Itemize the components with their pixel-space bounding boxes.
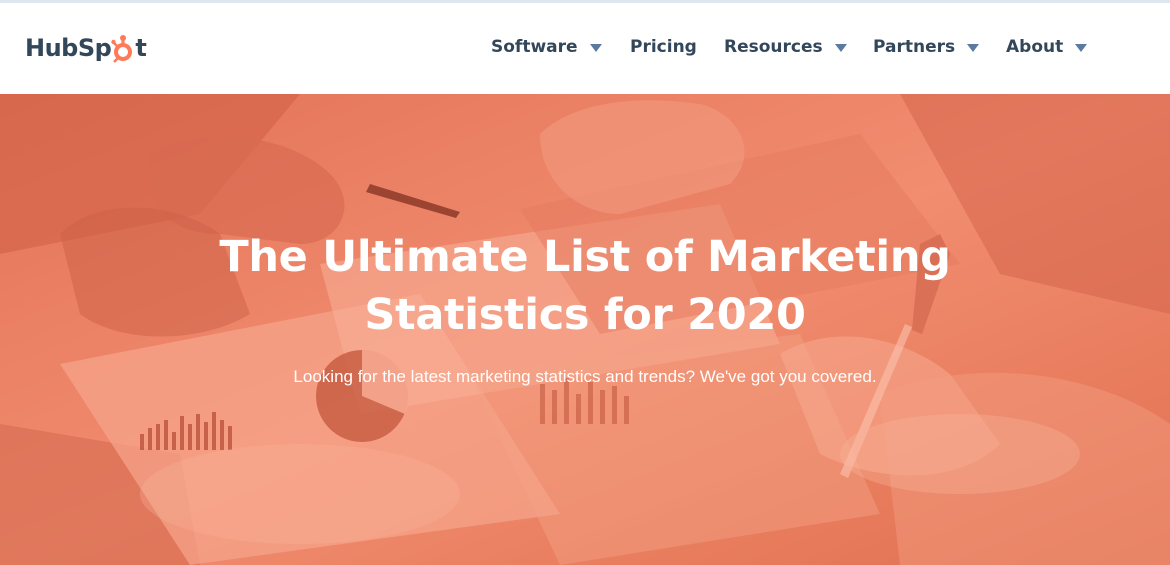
- page-title-line2: Statistics for 2020: [364, 290, 806, 340]
- nav-item-about[interactable]: About: [1006, 37, 1088, 57]
- hero-subtitle: Looking for the latest marketing statist…: [293, 367, 877, 386]
- caret-down-icon: [1075, 44, 1088, 52]
- caret-down-icon: [589, 44, 602, 52]
- nav-item-software[interactable]: Software: [491, 37, 602, 57]
- site-header: HubSp t Software Pricing Resources Partn…: [0, 3, 1170, 94]
- nav-item-pricing[interactable]: Pricing: [630, 37, 697, 57]
- nav-item-partners[interactable]: Partners: [873, 37, 980, 57]
- main-nav: Software Pricing Resources Partners Abou…: [0, 37, 1170, 65]
- caret-down-icon: [834, 44, 847, 52]
- hero-banner: The Ultimate List of Marketing Statistic…: [0, 94, 1170, 565]
- caret-down-icon: [967, 44, 980, 52]
- nav-label: Partners: [873, 37, 956, 57]
- nav-label: Pricing: [630, 37, 697, 57]
- nav-item-resources[interactable]: Resources: [724, 37, 847, 57]
- nav-label: About: [1006, 37, 1064, 57]
- page-title: The Ultimate List of Marketing Statistic…: [0, 228, 1170, 344]
- nav-label: Resources: [724, 37, 823, 57]
- page-title-line1: The Ultimate List of Marketing: [219, 232, 951, 282]
- nav-label: Software: [491, 37, 578, 57]
